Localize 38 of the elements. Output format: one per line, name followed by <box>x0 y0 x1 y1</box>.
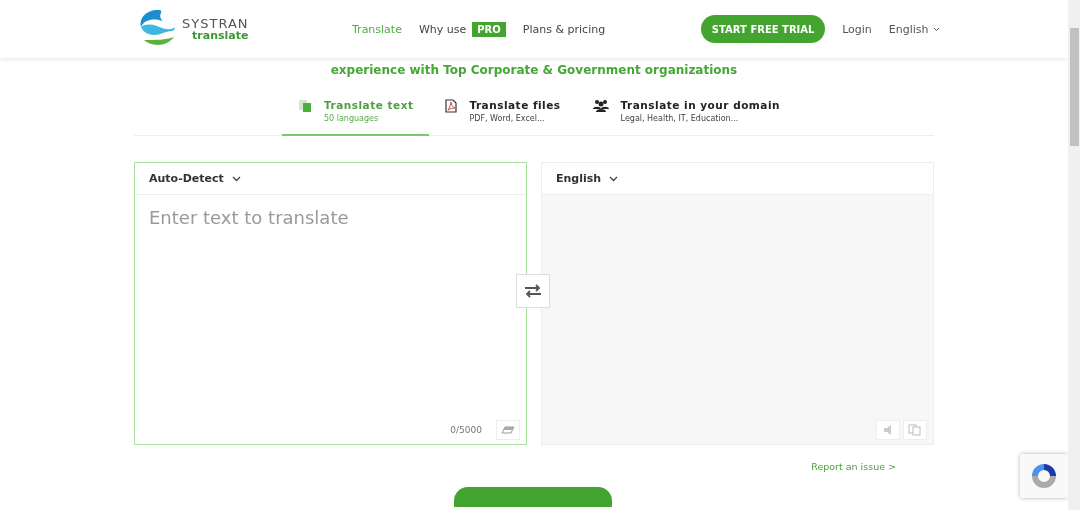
tab-subtitle: PDF, Word, Excel... <box>469 114 546 123</box>
copy-icon <box>908 424 922 436</box>
swap-arrows-icon <box>524 284 542 298</box>
tab-subtitle: 50 languages <box>324 114 380 123</box>
character-counter: 0/5000 <box>450 425 482 435</box>
language-menu[interactable]: English <box>888 22 940 36</box>
report-issue-link[interactable]: Report an issue > <box>811 461 896 472</box>
source-language-select[interactable]: Auto-Detect <box>149 172 241 185</box>
chevron-icon <box>231 175 241 182</box>
copy-button[interactable] <box>903 420 927 440</box>
scrollbar[interactable] <box>1068 0 1080 510</box>
pdf-file-icon <box>445 99 458 113</box>
swap-languages-button[interactable] <box>516 274 550 308</box>
tagline: experience with Top Corporate & Government organizations <box>329 63 739 77</box>
nav-link[interactable]: Plans & pricing <box>522 22 606 36</box>
recaptcha-badge <box>1020 454 1068 498</box>
eraser-icon <box>501 426 515 434</box>
translate-button[interactable] <box>454 487 612 507</box>
tab-title: Translate files <box>469 99 561 111</box>
login-link[interactable]: Login <box>842 22 872 36</box>
mode-tab[interactable]: Translate files PDF, Word, Excel... <box>429 99 577 136</box>
mode-tab[interactable]: Translate in your domain Legal, Health, IT, Education... <box>576 99 796 136</box>
translate-icon <box>298 99 312 113</box>
brand-name: SYSTRAN <box>182 17 249 30</box>
product-name: translate <box>192 30 249 41</box>
tab-title: Translate text <box>324 99 414 111</box>
tab-title: Translate in your domain <box>620 99 780 111</box>
source-panel[interactable]: Auto-Detect Enter text to translate 0/5000 <box>134 162 527 445</box>
chevron-icon <box>609 175 619 182</box>
eraser-button[interactable] <box>496 420 520 440</box>
users-icon <box>592 99 609 113</box>
speaker-icon <box>884 425 892 435</box>
chevron-icon <box>932 26 940 32</box>
speaker-button[interactable] <box>876 420 900 440</box>
pro-badge: PRO <box>472 21 506 37</box>
nav-link[interactable]: Why use PRO <box>418 21 506 37</box>
target-language-select[interactable]: English <box>556 172 619 185</box>
tab-subtitle: Legal, Health, IT, Education... <box>620 114 740 123</box>
